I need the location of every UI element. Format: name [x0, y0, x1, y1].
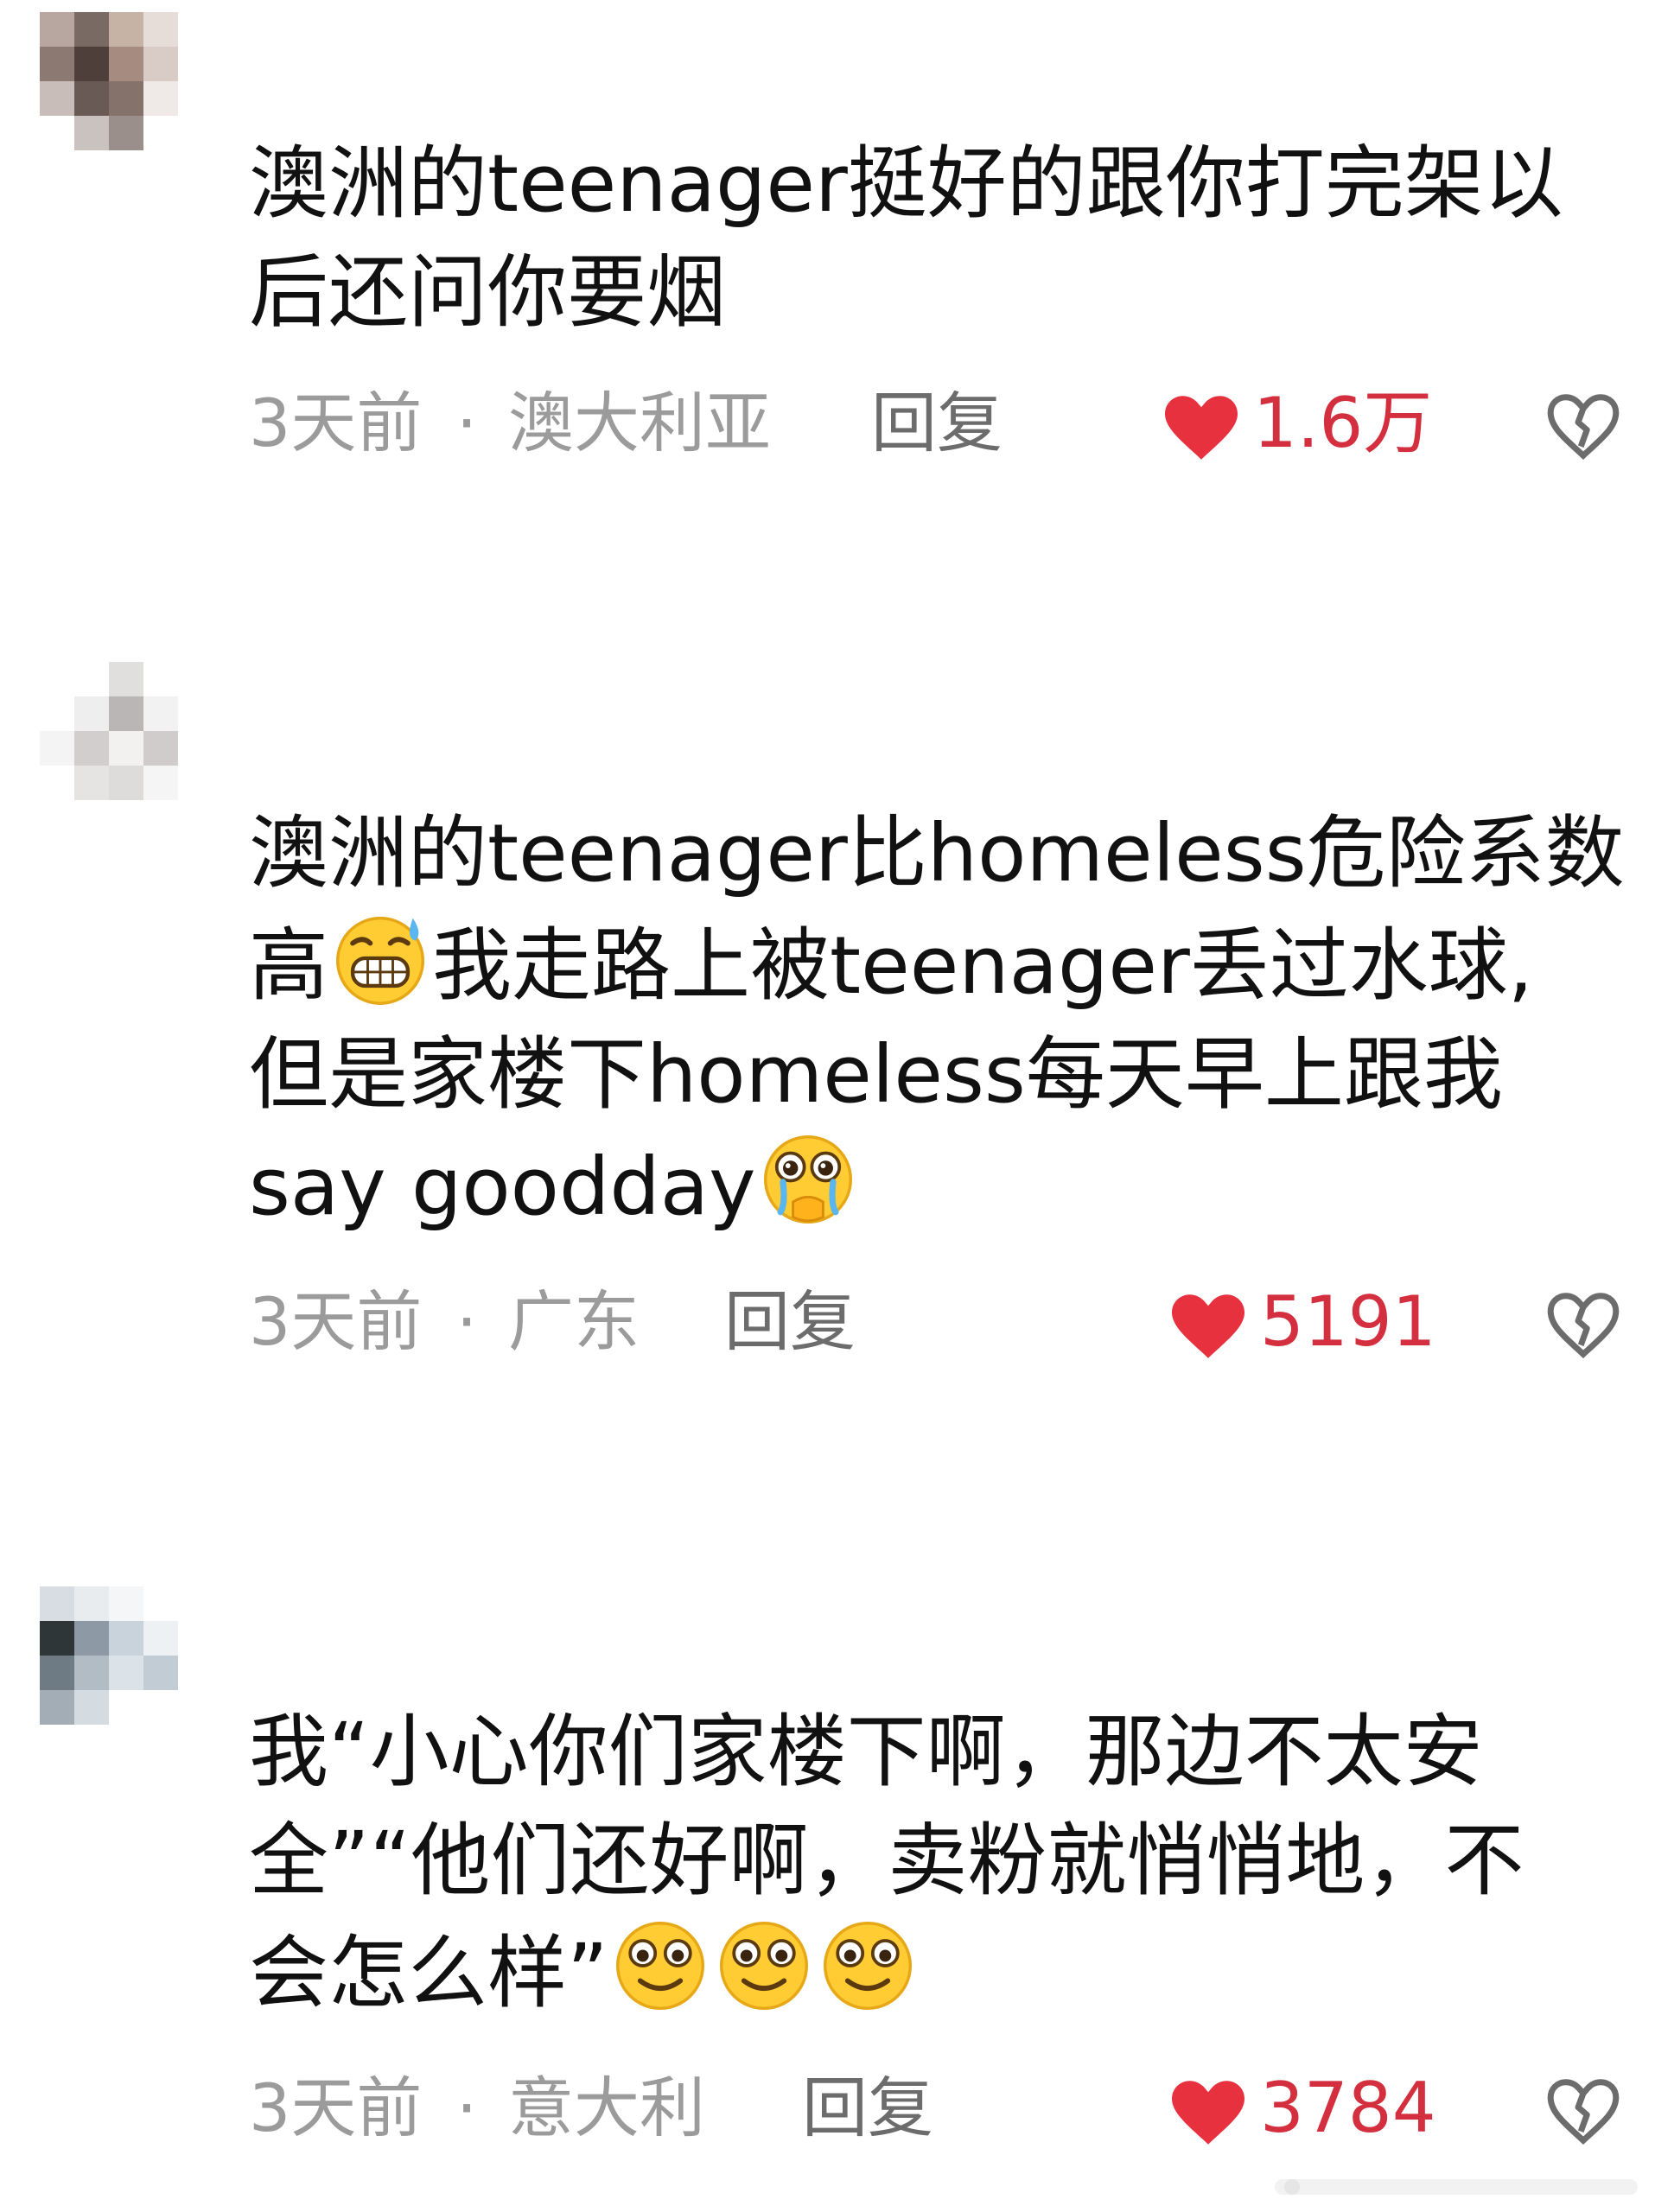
comment-line: 澳洲的teenager比homeless危险系数: [249, 807, 1625, 899]
comment-location: 意大利: [508, 2069, 705, 2146]
comment-location: 澳大利亚: [508, 385, 771, 461]
like-count: 5191: [1260, 1281, 1436, 1362]
comment-line: say goodday: [249, 1129, 1632, 1242]
comment-line: 全”“他们还好啊，卖粉就悄悄地，不: [249, 1815, 1525, 1907]
comment-line: 但是家楼下homeless每天早上跟我: [249, 1028, 1503, 1121]
heart-icon[interactable]: [1172, 1294, 1244, 1358]
smiling-face-emoji: [714, 1916, 814, 2016]
smiling-face-emoji: [818, 1916, 918, 2016]
comment-line: 后还问你要烟: [249, 246, 727, 339]
comment-time: 3天前: [249, 2069, 423, 2146]
comment-line-text: 会怎么样”: [249, 1927, 608, 2019]
comment-text: 澳洲的teenager比homeless危险系数 高 我走路上被teenager…: [249, 799, 1632, 1242]
reply-button[interactable]: 回复: [871, 380, 1003, 467]
comment-text: 澳洲的teenager挺好的跟你打完架以 后还问你要烟: [249, 130, 1632, 347]
watermark: [1275, 2179, 1638, 2195]
comment-line-rest: 我走路上被teenager丢过水球,: [432, 919, 1534, 1012]
heart-icon[interactable]: [1165, 396, 1238, 460]
comment-line-prefix: 高: [249, 919, 329, 1012]
comment-meta: 3天前 · 澳大利亚 回复 1.6万: [249, 380, 1632, 467]
comment-time: 3天前: [249, 1283, 423, 1360]
comment-time: 3天前: [249, 385, 423, 461]
heart-icon[interactable]: [1172, 2081, 1244, 2145]
dislike-heart-icon[interactable]: [1547, 392, 1620, 461]
meta-separator: ·: [456, 2069, 478, 2146]
reply-button[interactable]: 回复: [802, 2065, 933, 2152]
dislike-heart-icon[interactable]: [1547, 2077, 1620, 2146]
comment-line: 高 我走路上被teenager丢过水球,: [249, 908, 1632, 1020]
comment-meta: 3天前 · 意大利 回复 3784: [249, 2065, 1632, 2152]
comment-line: 我“小心你们家楼下啊，那边不太安: [249, 1706, 1483, 1798]
avatar[interactable]: [35, 7, 190, 162]
pleading-face-emoji: [758, 1129, 858, 1230]
comment-location: 广东: [508, 1283, 640, 1360]
like-count: 1.6万: [1253, 383, 1433, 463]
comment-line-text: say goodday: [249, 1141, 756, 1233]
avatar[interactable]: [35, 1581, 190, 1737]
comment-meta: 3天前 · 广东 回复 5191: [249, 1279, 1632, 1365]
avatar[interactable]: [35, 657, 190, 812]
meta-separator: ·: [456, 1283, 478, 1360]
grinning-sweat-emoji: [330, 908, 430, 1008]
reply-button[interactable]: 回复: [724, 1279, 856, 1365]
like-count: 3784: [1260, 2068, 1436, 2148]
comment-line: 会怎么样”: [249, 1916, 1632, 2028]
dislike-heart-icon[interactable]: [1547, 1291, 1620, 1360]
smiling-face-emoji: [610, 1916, 710, 2016]
comment-text: 我“小心你们家楼下啊，那边不太安 全”“他们还好啊，卖粉就悄悄地，不 会怎么样”: [249, 1698, 1632, 2028]
comment-line: 澳洲的teenager挺好的跟你打完架以: [249, 137, 1563, 230]
meta-separator: ·: [456, 385, 478, 461]
